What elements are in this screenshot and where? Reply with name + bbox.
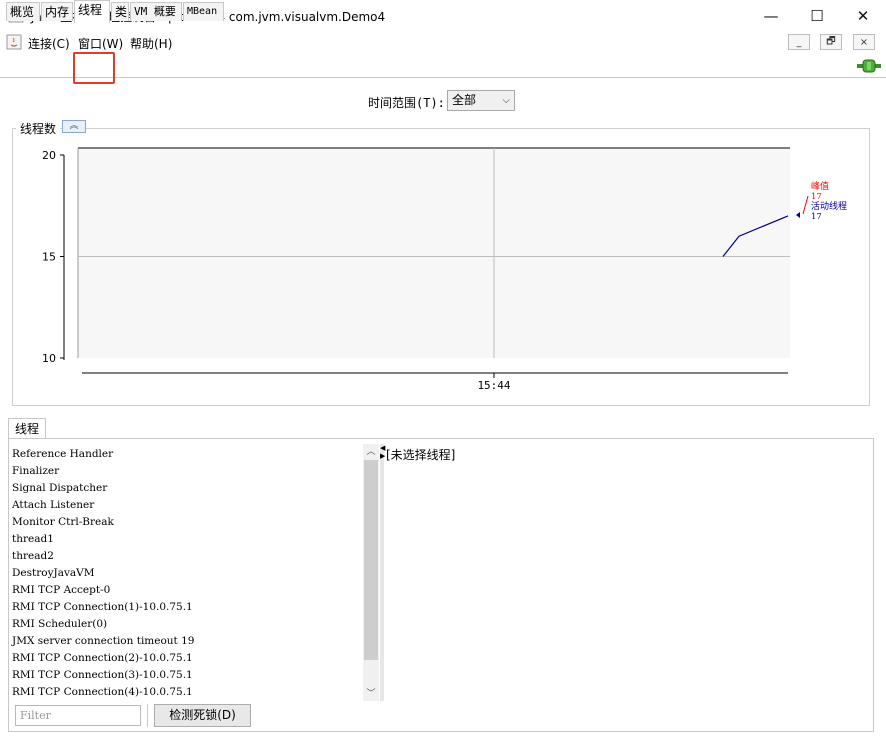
thread-list-item[interactable]: RMI TCP Accept-0 bbox=[12, 582, 362, 599]
scrollbar-thumb[interactable] bbox=[364, 460, 378, 660]
splitter-arrows-icon[interactable]: ◀ ▶ bbox=[380, 444, 385, 460]
thread-list-item[interactable]: thread1 bbox=[12, 531, 362, 548]
thread-list-item[interactable]: Monitor Ctrl-Break bbox=[12, 514, 362, 531]
thread-count-chart: 20 15 10 15:44 峰值 17 活动线程 17 bbox=[42, 147, 847, 392]
thread-list-item[interactable]: RMI TCP Connection(1)-10.0.75.1 bbox=[12, 599, 362, 616]
y-axis-ticks: 20 15 10 bbox=[42, 149, 64, 365]
y-tick-label: 10 bbox=[42, 352, 56, 365]
plot-area bbox=[78, 148, 790, 358]
scroll-down-icon[interactable]: ﹀ bbox=[363, 686, 379, 700]
legend-active-label: 活动线程 bbox=[811, 200, 847, 212]
thread-list-item[interactable]: RMI TCP Connection(4)-10.0.75.1 bbox=[12, 684, 362, 701]
scroll-up-icon[interactable]: ︿ bbox=[363, 444, 379, 458]
y-tick-label: 20 bbox=[42, 149, 56, 162]
legend-peak-value: 17 bbox=[811, 192, 822, 202]
toolbar-separator bbox=[147, 704, 148, 727]
filter-input[interactable]: Filter bbox=[15, 705, 141, 726]
current-value-marker bbox=[796, 212, 800, 218]
peak-pointer bbox=[802, 195, 809, 215]
thread-detail-text: [未选择线程] bbox=[386, 448, 456, 462]
detect-deadlock-button[interactable]: 检测死锁(D) bbox=[154, 704, 251, 727]
thread-list-scrollbar[interactable]: ︿ ﹀ bbox=[363, 444, 379, 701]
split-pane-divider[interactable] bbox=[380, 444, 384, 701]
thread-list-item[interactable]: JMX server connection timeout 19 bbox=[12, 633, 362, 650]
thread-list-item[interactable]: RMI Scheduler(0) bbox=[12, 616, 362, 633]
x-tick-label: 15:44 bbox=[477, 379, 510, 392]
thread-list-item[interactable]: Signal Dispatcher bbox=[12, 480, 362, 497]
thread-list-item[interactable]: RMI TCP Connection(3)-10.0.75.1 bbox=[12, 667, 362, 684]
thread-list-item[interactable]: Finalizer bbox=[12, 463, 362, 480]
threads-section-tab[interactable]: 线程 bbox=[8, 418, 46, 439]
thread-list-item[interactable]: Attach Listener bbox=[12, 497, 362, 514]
legend-peak-label: 峰值 bbox=[811, 180, 829, 192]
legend-active-value: 17 bbox=[811, 212, 822, 222]
thread-list[interactable]: Reference Handler Finalizer Signal Dispatc… bbox=[12, 446, 362, 701]
thread-list-item[interactable]: DestroyJavaVM bbox=[12, 565, 362, 582]
thread-list-item[interactable]: Reference Handler bbox=[12, 446, 362, 463]
y-tick-label: 15 bbox=[42, 251, 56, 264]
thread-list-item[interactable]: thread2 bbox=[12, 548, 362, 565]
thread-list-item[interactable]: RMI TCP Connection(2)-10.0.75.1 bbox=[12, 650, 362, 667]
